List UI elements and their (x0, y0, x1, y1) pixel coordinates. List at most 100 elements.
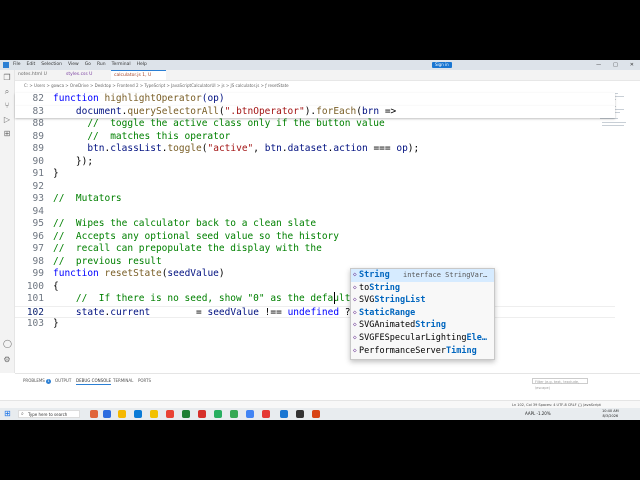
app-icon[interactable] (262, 410, 270, 418)
menu-item[interactable]: Go (85, 60, 91, 70)
code-line[interactable]: 83 document.querySelectorAll(".btnOperat… (15, 105, 615, 119)
settings-gear-icon[interactable]: ⚙ (3, 356, 11, 364)
code-line[interactable]: 100 { (15, 281, 615, 294)
app-icon[interactable] (166, 410, 174, 418)
code-text: function highlightOperator(op) (53, 93, 225, 106)
line-number: 82 (32, 93, 44, 104)
stock-widget[interactable]: AAPL -1.20% (525, 408, 551, 420)
tab-debug-console[interactable]: DEBUG CONSOLE (76, 378, 112, 385)
code-editor[interactable]: 82 function highlightOperator(op) 83 docum… (15, 91, 615, 373)
minimize-button[interactable]: — (596, 60, 601, 70)
suggestion-item[interactable]: ◇ PerformanceServerTiming (351, 345, 494, 358)
tab-calculator-js[interactable]: calculator.js 1, U (111, 70, 166, 80)
extensions-icon[interactable]: ⊞ (3, 130, 11, 138)
edge-icon[interactable] (134, 410, 142, 418)
code-token: function (53, 268, 105, 279)
app-icon[interactable] (246, 410, 254, 418)
tab-output[interactable]: OUTPUT (55, 378, 71, 384)
tab-styles-css[interactable]: styles.css U (63, 70, 111, 80)
app-icon[interactable] (230, 410, 238, 418)
chrome-icon[interactable] (150, 410, 158, 418)
search-icon[interactable]: ⌕ (3, 88, 11, 96)
code-line[interactable]: 101 // If there is no seed, show "0" as … (15, 293, 615, 306)
folder-icon[interactable] (118, 410, 126, 418)
app-icon[interactable] (90, 410, 98, 418)
suggestion-item[interactable]: ◇ SVGStringList (351, 294, 494, 307)
vscode-taskbar-icon[interactable] (280, 410, 288, 418)
code-token: // Mutators (53, 193, 122, 204)
suggestion-item[interactable]: ◇ String interface StringVar… (351, 269, 494, 282)
suggestion-label: SVGStringList (359, 294, 426, 307)
suggestion-item[interactable]: ◇ StaticRange (351, 307, 494, 320)
terminal-taskbar-icon[interactable] (296, 410, 304, 418)
sign-in-button[interactable]: Sign in (432, 62, 452, 68)
suggestion-prefix: to (359, 282, 370, 293)
suggestion-match: String (415, 320, 447, 331)
code-text: document.querySelectorAll(".btnOperator"… (53, 106, 396, 119)
line-number: 89 (32, 143, 44, 154)
windows-start-icon[interactable]: ⊞ (4, 410, 12, 418)
menu-item[interactable]: Run (97, 60, 106, 70)
panel-filter-input[interactable]: Filter (e.g. text, !exclude, \escape) (532, 378, 588, 390)
menu-item[interactable]: Terminal (112, 60, 131, 70)
code-token: => (379, 105, 397, 117)
taskbar-search-input[interactable]: ⌕ Type here to search (18, 410, 80, 418)
code-line[interactable]: 82 function highlightOperator(op) (15, 93, 615, 106)
line-number: 89 (32, 130, 44, 142)
excel-icon[interactable] (182, 410, 190, 418)
code-token: dataset (287, 143, 328, 154)
code-line[interactable]: 97 // recall can prepopulate the display … (15, 243, 615, 256)
code-token: ). (304, 105, 317, 117)
suggestion-label: PerformanceServerTiming (359, 345, 477, 358)
system-clock[interactable]: 10:40 AM 8/3/2026 (602, 409, 619, 419)
code-line[interactable]: 93 // Mutators (15, 193, 615, 206)
menu-item[interactable]: File (13, 60, 21, 70)
app-icon[interactable] (103, 410, 111, 418)
menu-item[interactable]: View (68, 60, 79, 70)
suggestion-item[interactable]: ◇ toString (351, 282, 494, 295)
tab-problems[interactable]: PROBLEMS 1 (23, 378, 52, 384)
code-line[interactable]: 99 function resetState(seedValue) (15, 268, 615, 281)
code-line[interactable]: 89 btn.classList.toggle("active", btn.da… (15, 143, 615, 156)
suggestion-match: StringList (374, 295, 426, 306)
close-button[interactable]: ✕ (630, 60, 634, 70)
code-line[interactable]: 89 // matches this operator (15, 131, 615, 144)
source-control-icon[interactable]: ⑂ (3, 102, 11, 110)
line-number: 91 (32, 168, 44, 179)
menu-item[interactable]: Help (137, 60, 147, 70)
tab-notes-html[interactable]: notes.html U (15, 70, 63, 80)
menu-item[interactable]: Selection (41, 60, 62, 70)
code-line[interactable]: 102 state.current = seedValue !== undefi… (15, 305, 615, 318)
breadcrumb[interactable]: C: > Users > gowca > OneDrive > Desktop … (24, 82, 289, 90)
code-token: ); (407, 143, 420, 154)
code-text: // toggle the active class only if the b… (53, 118, 384, 131)
app-icon[interactable] (198, 410, 206, 418)
menu-item[interactable]: Edit (27, 60, 36, 70)
code-token: } (53, 168, 59, 179)
code-line[interactable]: 96 // Accepts any optional seed value so … (15, 231, 615, 244)
code-line[interactable]: 90 }); (15, 156, 615, 169)
maximize-button[interactable]: □ (613, 60, 618, 70)
code-line[interactable]: 88 // toggle the active class only if th… (15, 118, 615, 131)
line-number: 101 (26, 293, 44, 304)
code-line[interactable]: 98 // previous result (15, 256, 615, 269)
code-line[interactable]: 103} (15, 318, 615, 331)
code-line[interactable]: 91} (15, 168, 615, 181)
app-icon[interactable] (214, 410, 222, 418)
suggestion-item[interactable]: ◇ SVGAnimatedString (351, 319, 494, 332)
suggestion-prefix: SVGFESpecularLighting (359, 333, 467, 343)
suggestion-label: toString (359, 282, 400, 295)
code-line[interactable]: 92 (15, 181, 615, 194)
code-line[interactable]: 95 // Wipes the calculator back to a clea… (15, 218, 615, 231)
app-icon[interactable] (312, 410, 320, 418)
code-token: forEach (316, 105, 357, 117)
suggestion-item[interactable]: ◇ SVGFESpecularLightingEle… (351, 332, 494, 345)
account-icon[interactable]: ◯ (3, 340, 12, 348)
line-number: 97 (32, 243, 44, 254)
run-debug-icon[interactable]: ▷ (3, 116, 11, 124)
suggestion-match: Timing (446, 345, 477, 356)
tab-ports[interactable]: PORTS (138, 378, 151, 384)
explorer-icon[interactable]: ❐ (3, 74, 11, 82)
tab-terminal[interactable]: TERMINAL (113, 378, 133, 384)
code-line[interactable]: 94 (15, 206, 615, 219)
